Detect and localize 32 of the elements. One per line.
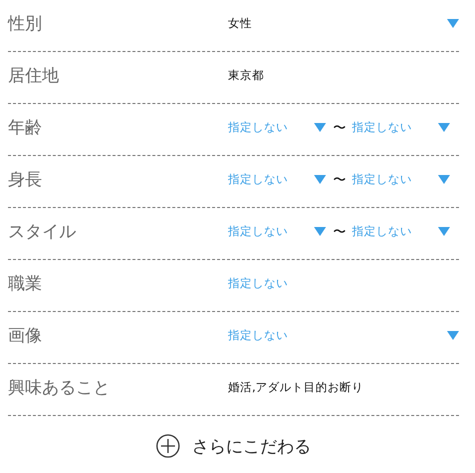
field-value[interactable]: 東京都 bbox=[228, 68, 264, 83]
dropdown-arrow-icon[interactable] bbox=[314, 175, 326, 184]
field-label: 居住地 bbox=[8, 65, 60, 88]
select-value[interactable]: 指定しない bbox=[352, 172, 412, 187]
range-separator: 〜 bbox=[333, 172, 346, 188]
field-label: 職業 bbox=[8, 273, 43, 296]
field-label: 興味あること bbox=[8, 377, 111, 400]
dropdown-arrow-icon[interactable] bbox=[447, 331, 459, 340]
plus-circle-icon bbox=[156, 434, 180, 458]
dropdown-arrow-icon[interactable] bbox=[438, 175, 450, 184]
field-value[interactable]: 婚活,アダルト目的お断り bbox=[228, 380, 364, 395]
range-separator: 〜 bbox=[333, 224, 346, 240]
select-value[interactable]: 女性 bbox=[228, 16, 252, 31]
dropdown-arrow-icon[interactable] bbox=[314, 123, 326, 132]
select-value[interactable]: 指定しない bbox=[352, 120, 412, 135]
field-label: スタイル bbox=[8, 221, 77, 244]
dropdown-arrow-icon[interactable] bbox=[438, 227, 450, 236]
field-value[interactable]: 指定しない bbox=[228, 276, 288, 291]
select-value[interactable]: 指定しない bbox=[228, 172, 288, 187]
field-label: 性別 bbox=[8, 13, 43, 36]
more-options-button[interactable]: さらにこだわる bbox=[152, 430, 315, 462]
select-value[interactable]: 指定しない bbox=[228, 328, 288, 343]
dropdown-arrow-icon[interactable] bbox=[438, 123, 450, 132]
select-value[interactable]: 指定しない bbox=[352, 224, 412, 239]
select-value[interactable]: 指定しない bbox=[228, 224, 288, 239]
field-label: 年齢 bbox=[8, 117, 43, 140]
range-separator: 〜 bbox=[333, 120, 346, 136]
dropdown-arrow-icon[interactable] bbox=[314, 227, 326, 236]
select-value[interactable]: 指定しない bbox=[228, 120, 288, 135]
dropdown-arrow-icon[interactable] bbox=[447, 19, 459, 28]
field-label: 身長 bbox=[8, 169, 43, 192]
field-label: 画像 bbox=[8, 325, 43, 348]
